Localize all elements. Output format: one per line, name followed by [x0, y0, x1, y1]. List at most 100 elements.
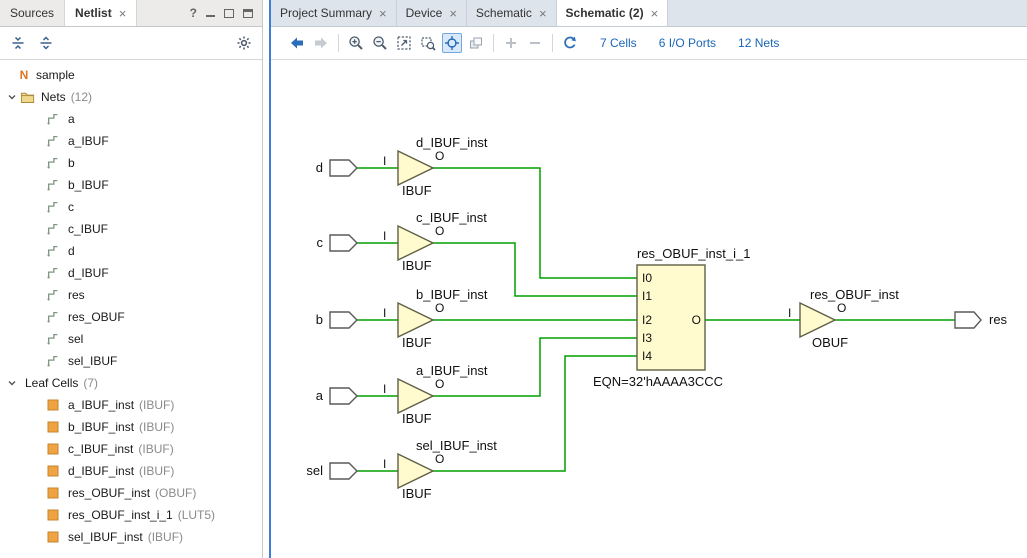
- tree-item-cell[interactable]: d_IBUF_inst(IBUF): [0, 460, 262, 482]
- tab-sources[interactable]: Sources: [0, 0, 65, 26]
- float-icon[interactable]: [224, 9, 234, 18]
- close-icon[interactable]: ×: [379, 6, 387, 21]
- document-tab-bar: Project Summary × Device × Schematic × S…: [271, 0, 1027, 27]
- autofit-selection-button[interactable]: [442, 33, 462, 53]
- tab-netlist[interactable]: Netlist ×: [65, 0, 137, 26]
- zoom-fit-button[interactable]: [394, 33, 414, 53]
- help-icon[interactable]: ?: [190, 6, 197, 20]
- ibuf-symbol-sel[interactable]: [398, 454, 433, 488]
- tree-group-leaf-cells[interactable]: Leaf Cells (7): [0, 372, 262, 394]
- zoom-selection-button[interactable]: [418, 33, 438, 53]
- instance-label: b_IBUF_inst: [416, 287, 488, 302]
- cell-icon: [46, 509, 60, 521]
- tree-item-net[interactable]: d: [0, 240, 262, 262]
- tree-item-cell[interactable]: c_IBUF_inst(IBUF): [0, 438, 262, 460]
- back-arrow-icon: [289, 35, 305, 51]
- tree-item-sample[interactable]: N sample: [0, 64, 262, 86]
- schematic-canvas[interactable]: d d_IBUF_inst I O IBUF c c_IBUF_inst I O…: [271, 60, 1027, 558]
- port-label-a: a: [271, 388, 323, 403]
- settings-button[interactable]: [236, 35, 252, 51]
- tree-item-net[interactable]: sel_IBUF: [0, 350, 262, 372]
- pin-label-o: O: [679, 313, 701, 327]
- net-icon: [46, 288, 60, 302]
- port-symbol-res[interactable]: [955, 312, 981, 328]
- instance-label: d_IBUF_inst: [416, 135, 488, 150]
- port-symbol-a[interactable]: [330, 388, 357, 404]
- tab-schematic[interactable]: Schematic ×: [467, 0, 557, 26]
- netlist-tab-bar: Sources Netlist × ?: [0, 0, 262, 27]
- net-icon: [46, 222, 60, 236]
- folder-icon: [19, 90, 35, 104]
- tree-item-net[interactable]: res_OBUF: [0, 306, 262, 328]
- minimize-icon[interactable]: [206, 9, 215, 17]
- close-icon[interactable]: ×: [119, 6, 127, 21]
- tree-item-net[interactable]: res: [0, 284, 262, 306]
- port-label-sel: sel: [271, 463, 323, 478]
- tree-item-net[interactable]: d_IBUF: [0, 262, 262, 284]
- close-icon[interactable]: ×: [449, 6, 457, 21]
- cell-icon: [46, 421, 60, 433]
- port-label-res: res: [989, 312, 1007, 327]
- netlist-toolbar: [0, 27, 262, 60]
- add-to-schematic-button[interactable]: [501, 33, 521, 53]
- tree-item-net[interactable]: b: [0, 152, 262, 174]
- tab-schematic-2[interactable]: Schematic (2) ×: [557, 0, 669, 26]
- zoom-in-icon: [348, 35, 364, 51]
- tree-item-net[interactable]: a: [0, 108, 262, 130]
- tree-count: (7): [83, 376, 98, 390]
- net-icon: [46, 134, 60, 148]
- pin-label-i0: I0: [642, 271, 652, 285]
- layers-icon: [468, 35, 484, 51]
- instance-label: res_OBUF_inst: [810, 287, 899, 302]
- toggle-autofit-button[interactable]: [466, 33, 486, 53]
- pin-label-i: I: [383, 229, 386, 243]
- regenerate-button[interactable]: [560, 33, 580, 53]
- collapse-all-button[interactable]: [10, 35, 26, 51]
- zoom-in-button[interactable]: [346, 33, 366, 53]
- ibuf-symbol-a[interactable]: [398, 379, 433, 413]
- ibuf-symbol-c[interactable]: [398, 226, 433, 260]
- pin-label-i1: I1: [642, 289, 652, 303]
- forward-button[interactable]: [311, 33, 331, 53]
- tree-label: Nets: [41, 90, 66, 104]
- ibuf-symbol-d[interactable]: [398, 151, 433, 185]
- tree-group-nets[interactable]: Nets (12): [0, 86, 262, 108]
- port-symbol-sel[interactable]: [330, 463, 357, 479]
- tree-item-net[interactable]: c_IBUF: [0, 218, 262, 240]
- chevron-down-icon[interactable]: [5, 92, 19, 102]
- instance-label: sel_IBUF_inst: [416, 438, 497, 453]
- cell-icon: [46, 531, 60, 543]
- tab-sources-label: Sources: [10, 6, 54, 20]
- tree-item-cell[interactable]: res_OBUF_inst_i_1(LUT5): [0, 504, 262, 526]
- ibuf-symbol-b[interactable]: [398, 303, 433, 337]
- port-label-d: d: [271, 160, 323, 175]
- net-icon: [46, 112, 60, 126]
- tab-device[interactable]: Device ×: [397, 0, 467, 26]
- tree-count: (12): [71, 90, 92, 104]
- port-symbol-b[interactable]: [330, 312, 357, 328]
- tree-item-net[interactable]: a_IBUF: [0, 130, 262, 152]
- pin-label-i4: I4: [642, 349, 652, 363]
- tree-item-cell[interactable]: res_OBUF_inst(OBUF): [0, 482, 262, 504]
- close-icon[interactable]: ×: [539, 6, 547, 21]
- close-icon[interactable]: ×: [651, 6, 659, 21]
- tab-project-summary[interactable]: Project Summary ×: [271, 0, 397, 26]
- tree-item-net[interactable]: b_IBUF: [0, 174, 262, 196]
- schematic-toolbar: 7 Cells 6 I/O Ports 12 Nets: [271, 27, 1027, 60]
- remove-from-schematic-button[interactable]: [525, 33, 545, 53]
- tree-item-cell[interactable]: a_IBUF_inst(IBUF): [0, 394, 262, 416]
- pin-label-i: I: [788, 306, 791, 320]
- expand-all-button[interactable]: [38, 35, 54, 51]
- back-button[interactable]: [287, 33, 307, 53]
- port-symbol-d[interactable]: [330, 160, 357, 176]
- obuf-symbol[interactable]: [800, 303, 835, 337]
- port-symbol-c[interactable]: [330, 235, 357, 251]
- chevron-down-icon[interactable]: [5, 378, 19, 388]
- tree-item-cell[interactable]: sel_IBUF_inst(IBUF): [0, 526, 262, 548]
- crosshair-icon: [444, 35, 460, 51]
- tree-item-cell[interactable]: b_IBUF_inst(IBUF): [0, 416, 262, 438]
- tree-item-net[interactable]: sel: [0, 328, 262, 350]
- zoom-out-button[interactable]: [370, 33, 390, 53]
- tree-item-net[interactable]: c: [0, 196, 262, 218]
- maximize-icon[interactable]: [243, 9, 253, 18]
